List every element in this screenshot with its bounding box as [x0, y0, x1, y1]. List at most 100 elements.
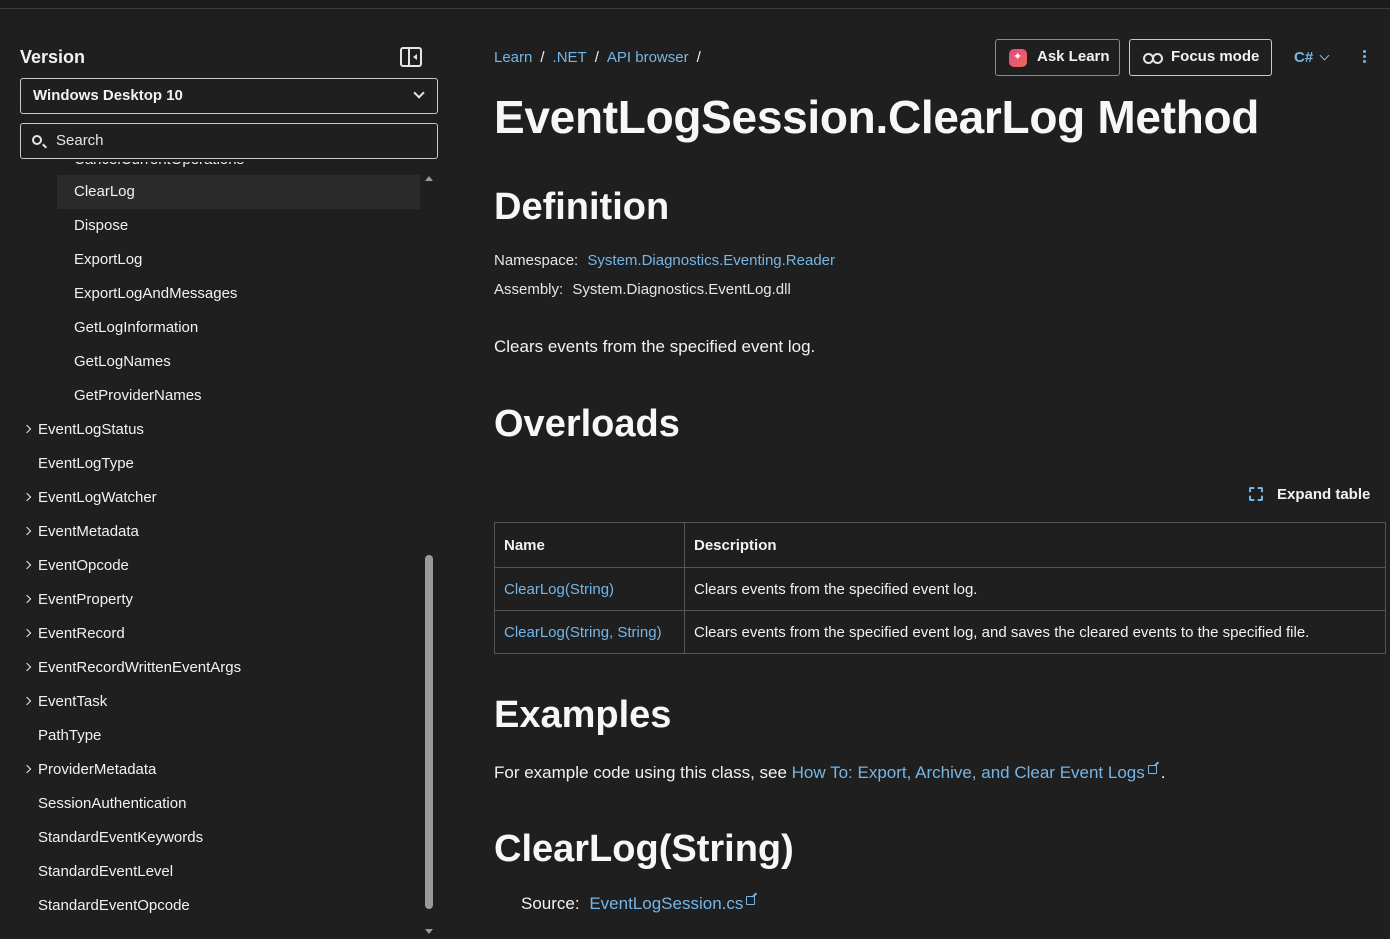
toc-item[interactable]: GetProviderNames — [0, 379, 420, 413]
toc-item-label: StandardEventKeywords — [38, 829, 204, 846]
version-select-value: Windows Desktop 10 — [33, 87, 183, 104]
column-header-description: Description — [684, 522, 1386, 568]
chevron-right-icon[interactable] — [22, 424, 32, 434]
toc-item[interactable]: EventRecord — [0, 617, 420, 651]
toc-item-label: EventRecordWrittenEventArgs — [38, 659, 242, 676]
toc-item[interactable]: Dispose — [0, 209, 420, 243]
ask-learn-label: Ask Learn — [1037, 48, 1110, 65]
chevron-right-icon[interactable] — [22, 662, 32, 672]
examples-link[interactable]: How To: Export, Archive, and Clear Event… — [792, 763, 1145, 782]
overload-description: Clears events from the specified event l… — [684, 567, 1386, 611]
overload-link[interactable]: ClearLog(String) — [504, 581, 614, 598]
toc-item-label: EventOpcode — [38, 557, 129, 574]
expand-table-button[interactable]: Expand table — [1249, 485, 1370, 503]
chevron-right-icon[interactable] — [22, 628, 32, 638]
external-link-icon — [1147, 765, 1157, 774]
more-options-icon[interactable] — [1363, 50, 1367, 64]
toc-item[interactable]: StandardEventLevel — [0, 855, 420, 889]
toc-item[interactable]: EventLogWatcher — [0, 481, 420, 515]
toc-item[interactable]: EventOpcode — [0, 549, 420, 583]
table-header-row: Name Description — [494, 522, 1386, 568]
expand-table-label: Expand table — [1277, 486, 1371, 503]
page-title: EventLogSession.ClearLog Method — [494, 91, 1260, 143]
version-select[interactable]: Windows Desktop 10 — [20, 78, 438, 114]
toc-item[interactable]: ProviderMetadata — [0, 753, 420, 787]
table-row: ClearLog(String) Clears events from the … — [494, 567, 1386, 611]
column-header-name: Name — [494, 522, 685, 568]
scroll-down-icon[interactable] — [425, 929, 433, 934]
source-link[interactable]: EventLogSession.cs — [589, 894, 743, 913]
collapse-sidebar-icon[interactable] — [400, 47, 422, 67]
toc-item[interactable]: StandardEventKeywords — [0, 821, 420, 855]
overload-description: Clears events from the specified event l… — [684, 610, 1386, 654]
toc-item-label: ExportLogAndMessages — [74, 285, 238, 302]
toc-item-label: ProviderMetadata — [38, 761, 157, 778]
toc-item-label: EventLogWatcher — [38, 489, 157, 506]
toc-item-label: GetProviderNames — [74, 387, 202, 404]
breadcrumb-api-browser[interactable]: API browser — [607, 49, 689, 66]
toc-item-label: PathType — [38, 727, 102, 744]
toc-item[interactable]: EventMetadata — [0, 515, 420, 549]
expand-icon — [1249, 487, 1263, 501]
toc-item-label: EventRecord — [38, 625, 125, 642]
clearlog-string-heading: ClearLog(String) — [494, 828, 794, 870]
examples-paragraph: For example code using this class, see H… — [494, 763, 1165, 783]
examples-text: For example code using this class, see — [494, 763, 792, 782]
toc-item[interactable]: EventProperty — [0, 583, 420, 617]
overload-link[interactable]: ClearLog(String, String) — [504, 624, 662, 641]
toc-item[interactable]: EventRecordWrittenEventArgs — [0, 651, 420, 685]
toc-item-label: GetLogInformation — [74, 319, 199, 336]
toc-item-label: Dispose — [74, 217, 129, 234]
ask-learn-button[interactable]: Ask Learn — [995, 39, 1120, 76]
source-line: Source: EventLogSession.cs — [521, 894, 756, 914]
language-selector[interactable]: C# — [1294, 49, 1330, 66]
toc-item-label: EventProperty — [38, 591, 134, 608]
toc-item[interactable]: EventLogType — [0, 447, 420, 481]
search-placeholder: Search — [56, 132, 104, 149]
toc-item-label: SessionAuthentication — [38, 795, 187, 812]
toc-item-label: EventLogStatus — [38, 421, 144, 438]
chevron-right-icon[interactable] — [22, 764, 32, 774]
focus-mode-button[interactable]: Focus mode — [1129, 39, 1272, 76]
chevron-right-icon[interactable] — [22, 526, 32, 536]
scroll-up-icon[interactable] — [425, 176, 433, 181]
toc-item[interactable]: SessionAuthentication — [0, 787, 420, 821]
namespace-label: Namespace: — [494, 252, 579, 269]
toc-item[interactable]: ExportLog — [0, 243, 420, 277]
assembly-value: System.Diagnostics.EventLog.dll — [572, 281, 791, 298]
chevron-right-icon[interactable] — [22, 696, 32, 706]
chevron-right-icon[interactable] — [22, 594, 32, 604]
toc-scrollbar[interactable] — [423, 172, 435, 934]
examples-heading: Examples — [494, 694, 672, 736]
toc-item[interactable]: StandardEventOpcode — [0, 889, 420, 923]
chevron-right-icon[interactable] — [22, 492, 32, 502]
focus-mode-label: Focus mode — [1171, 48, 1260, 65]
toc-item[interactable]: ExportLogAndMessages — [0, 277, 420, 311]
breadcrumb: Learn / .NET / API browser / — [494, 49, 701, 66]
chevron-right-icon[interactable] — [22, 560, 32, 570]
search-icon — [32, 135, 42, 145]
toc-item[interactable]: GetLogNames — [0, 345, 420, 379]
toc-item-label: StandardEventLevel — [38, 863, 174, 880]
breadcrumb-learn[interactable]: Learn — [494, 49, 532, 66]
assembly-label: Assembly: — [494, 281, 564, 298]
toc-item[interactable]: PathType — [0, 719, 420, 753]
scrollbar-thumb[interactable] — [425, 555, 433, 909]
toc-item[interactable]: ClearLog — [57, 175, 420, 209]
toc-tree: CancelCurrentOperationsClearLogDisposeEx… — [0, 162, 420, 930]
sparkle-icon — [1009, 49, 1027, 67]
chevron-down-icon — [1319, 50, 1330, 61]
toc-item[interactable]: EventLogStatus — [0, 413, 420, 447]
toc-item[interactable]: GetLogInformation — [0, 311, 420, 345]
namespace-link[interactable]: System.Diagnostics.Eventing.Reader — [587, 252, 835, 269]
toc-item-label: EventLogType — [38, 455, 134, 472]
breadcrumb-dotnet[interactable]: .NET — [553, 49, 587, 66]
toc-item[interactable]: EventTask — [0, 685, 420, 719]
search-input[interactable]: Search — [20, 123, 438, 159]
overloads-heading: Overloads — [494, 403, 680, 445]
table-row: ClearLog(String, String) Clears events f… — [494, 610, 1386, 654]
method-summary: Clears events from the specified event l… — [494, 337, 816, 356]
toc-item-label: ExportLog — [74, 251, 143, 268]
version-title: Version — [20, 47, 86, 67]
assembly-line: Assembly: System.Diagnostics.EventLog.dl… — [494, 281, 791, 298]
